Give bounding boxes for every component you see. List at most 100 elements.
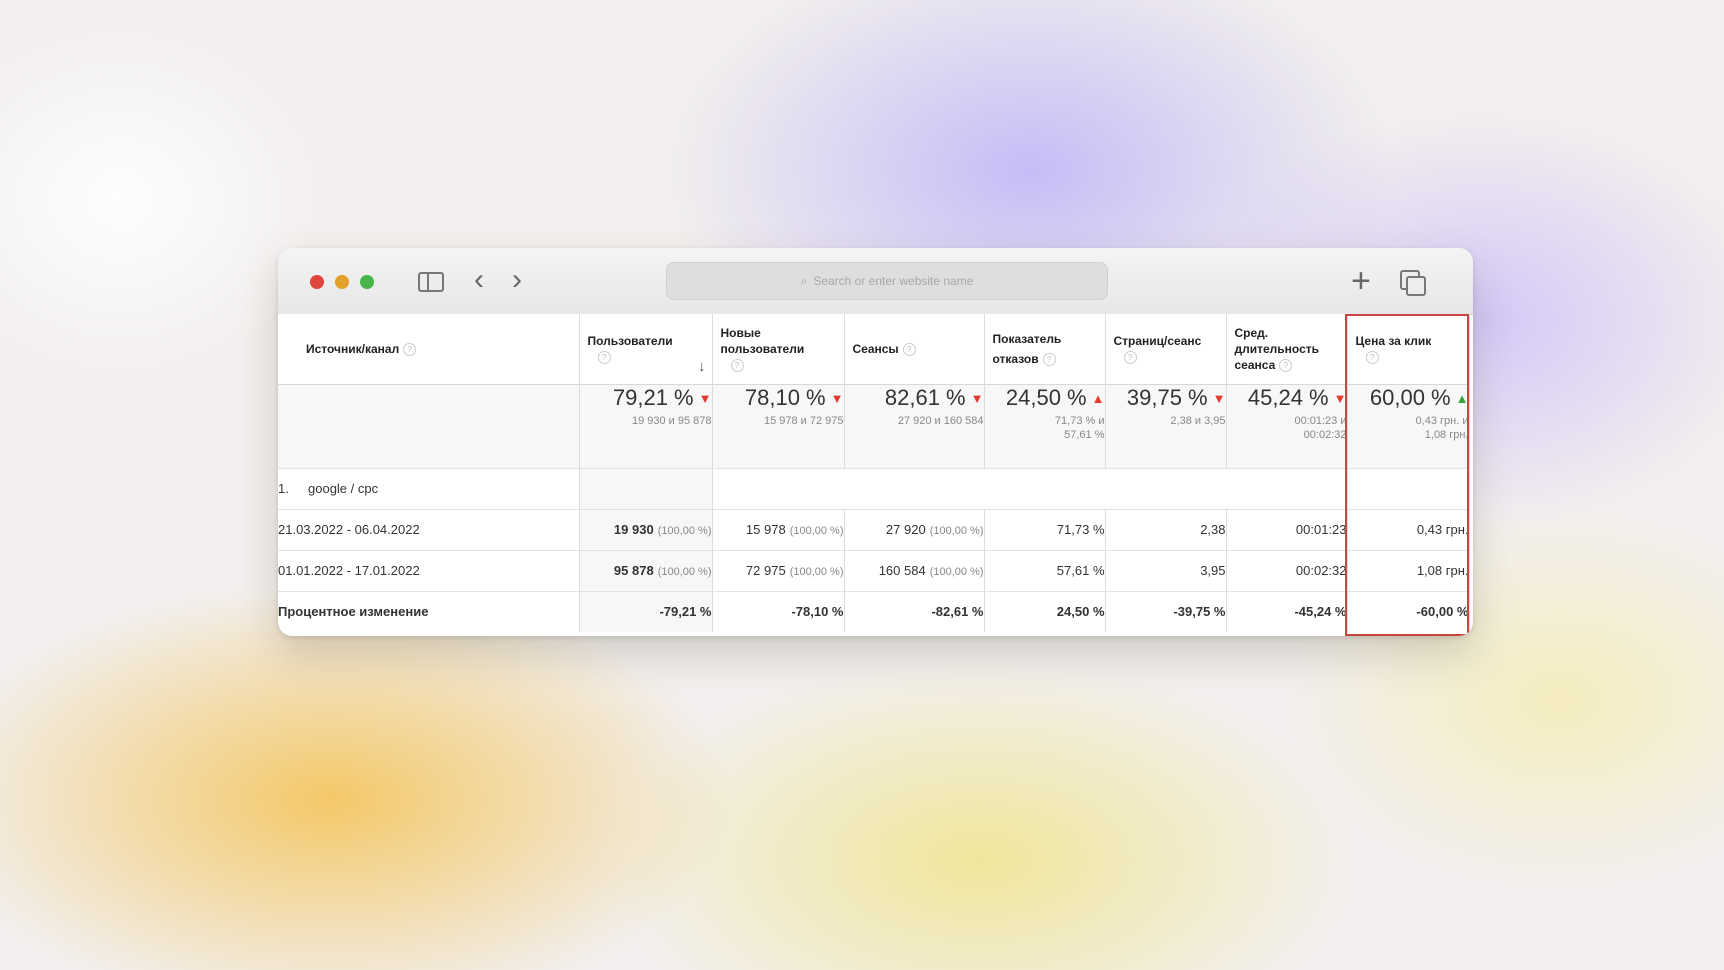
new-tab-plus-icon[interactable]: + [1351,264,1371,298]
cell-users: 19 930 (100,00 %) [579,509,713,550]
header-new-users[interactable]: Новые пользователи? [712,314,845,384]
maximize-window-button[interactable] [360,275,374,289]
change-cpc: -60,00 % [1347,591,1470,632]
summary-detail: 15 978 и 72 975 [763,414,844,427]
arrow-down-red-icon: ▼ [830,390,844,406]
empty-cell [1105,468,1226,509]
summary-detail: 00:02:32 [1303,428,1347,441]
header-source-label: Источник/канал [306,341,400,356]
summary-users: 79,21 % ▼ 19 930 и 95 878 [579,384,713,468]
header-source[interactable]: Источник/канал? [278,314,580,384]
summary-sessions: 82,61 % ▼ 27 920 и 160 584 [844,384,985,468]
cell-bounce: 71,73 % [984,509,1106,550]
header-sessions[interactable]: Сеансы? [844,314,985,384]
cell-sessions: 160 584 (100,00 %) [844,550,985,591]
cell-pages: 3,95 [1105,550,1227,591]
cell-percent: (100,00 %) [657,525,712,537]
cell-duration: 00:02:32 [1226,550,1348,591]
cell-bounce: 57,61 % [984,550,1106,591]
change-sessions: -82,61 % [844,591,985,632]
header-pages-label: Страниц/сеанс [1113,333,1202,348]
change-users: -79,21 % [579,591,713,632]
header-cpc-label: Цена за клик [1355,333,1432,348]
close-window-button[interactable] [310,275,324,289]
help-icon[interactable]: ? [403,343,417,357]
address-placeholder: Search or enter website name [813,274,974,288]
header-avg-duration[interactable]: Сред. длительность сеанса? [1226,314,1348,384]
arrow-down-red-icon: ▼ [1212,390,1226,406]
summary-value: 79,21 % [612,384,694,410]
header-cpc[interactable]: Цена за клик? [1347,314,1470,384]
summary-detail: 27 920 и 160 584 [897,414,984,427]
summary-detail: 1,08 грн. [1424,428,1469,441]
group-name[interactable]: google / cpc [308,481,378,496]
forward-arrow-icon[interactable]: › [512,264,522,296]
header-duration-label: Сред. длительность сеанса [1234,325,1320,372]
help-icon[interactable]: ? [1123,351,1137,365]
group-row[interactable]: 1. google / cpc [278,468,1470,509]
help-icon[interactable]: ? [1365,351,1379,365]
change-new-users: -78,10 % [712,591,845,632]
cell-cpc: 0,43 грн. [1347,509,1470,550]
cell-percent: (100,00 %) [929,566,984,578]
row-date-range: 01.01.2022 - 17.01.2022 [278,550,580,591]
summary-new-users: 78,10 % ▼ 15 978 и 72 975 [712,384,845,468]
cell-value: 15 978 [745,522,786,537]
summary-cpc: 60,00 % ▲ 0,43 грн. и 1,08 грн. [1347,384,1470,468]
summary-value: 24,50 % [1005,384,1087,410]
summary-detail: 00:01:23 и [1294,414,1347,427]
summary-value: 82,61 % [884,384,966,410]
cell-pages: 2,38 [1105,509,1227,550]
cell-percent: (100,00 %) [657,566,712,578]
help-icon[interactable]: ? [1279,359,1293,373]
summary-value: 39,75 % [1126,384,1208,410]
header-users-label: Пользователи [587,333,673,348]
table-row: 01.01.2022 - 17.01.2022 95 878 (100,00 %)… [278,550,1470,591]
change-pages: -39,75 % [1105,591,1227,632]
cell-value: 19 930 [613,522,654,537]
summary-label-cell [278,384,580,468]
table-row: 21.03.2022 - 06.04.2022 19 930 (100,00 %)… [278,509,1470,550]
tab-overview-icon[interactable] [1400,270,1426,296]
cell-value: 95 878 [613,563,654,578]
help-icon[interactable]: ? [730,359,744,373]
sidebar-toggle-icon[interactable] [418,272,444,292]
arrow-down-red-icon: ▼ [1333,390,1347,406]
empty-cell [712,468,844,509]
back-arrow-icon[interactable]: ‹ [474,264,484,296]
cell-value: 72 975 [745,563,786,578]
address-bar[interactable]: ⌕ Search or enter website name [666,262,1108,300]
change-duration: -45,24 % [1226,591,1348,632]
cell-cpc: 1,08 грн. [1347,550,1470,591]
header-pages-per-session[interactable]: Страниц/сеанс? [1105,314,1227,384]
sort-descending-icon[interactable]: ↓ [698,358,706,375]
change-bounce: 24,50 % [984,591,1106,632]
empty-cell [1226,468,1348,509]
group-label-cell: 1. google / cpc [278,468,580,509]
analytics-report-table: Источник/канал? Пользователи? ↓ Новые пол… [278,314,1470,632]
header-bounce-rate[interactable]: Показатель отказов? [984,314,1106,384]
empty-cell [984,468,1105,509]
header-users[interactable]: Пользователи? ↓ [579,314,713,384]
cell-value: 27 920 [885,522,926,537]
arrow-down-red-icon: ▼ [970,390,984,406]
browser-window: ‹ › ⌕ Search or enter website name + Исто… [278,248,1473,636]
help-icon[interactable]: ? [1042,353,1056,367]
header-row: Источник/канал? Пользователи? ↓ Новые пол… [278,314,1470,384]
header-sessions-label: Сеансы [852,341,899,356]
help-icon[interactable]: ? [597,351,611,365]
summary-detail: 71,73 % и [1054,414,1105,427]
summary-value: 45,24 % [1247,384,1329,410]
arrow-down-red-icon: ▼ [698,390,712,406]
arrow-up-green-icon: ▲ [1455,390,1469,406]
cell-users: 95 878 (100,00 %) [579,550,713,591]
summary-detail: 19 930 и 95 878 [631,414,712,427]
search-icon: ⌕ [800,274,808,288]
summary-bounce: 24,50 % ▲ 71,73 % и 57,61 % [984,384,1106,468]
help-icon[interactable]: ? [902,343,916,357]
cell-new-users: 15 978 (100,00 %) [712,509,845,550]
summary-duration: 45,24 % ▼ 00:01:23 и 00:02:32 [1226,384,1348,468]
percent-change-row: Процентное изменение -79,21 % -78,10 % -… [278,591,1470,632]
minimize-window-button[interactable] [335,275,349,289]
header-new-users-label: Новые пользователи [720,325,805,356]
